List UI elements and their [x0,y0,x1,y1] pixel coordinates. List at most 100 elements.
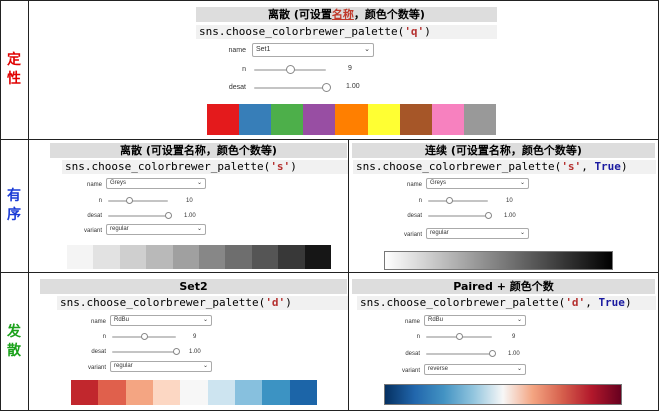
qual-palette-swatches [207,104,496,135]
side-label-sequential: 有 序 [0,139,28,272]
seq-discrete-n-thumb[interactable] [125,197,133,204]
qual-code: sns.choose_colorbrewer_palette('q') [196,25,497,39]
color-swatch [463,104,496,135]
seq-continuous-name-select[interactable]: Greys ⌄ [426,178,529,189]
div-continuous-desat-value: 1.00 [508,351,520,357]
side-char: 性 [7,70,21,87]
div-discrete-desat-track[interactable] [112,351,176,353]
div-discrete-palette-swatches [71,380,317,405]
seq-discrete-variant-label: variant [83,228,102,234]
code-paren: ) [624,296,632,309]
div-continuous-variant-label: variant [401,368,420,374]
div-discrete-variant-select[interactable]: regular ⌄ [110,361,212,372]
color-swatch [251,245,279,269]
div-continuous-desat-thumb[interactable] [488,350,496,357]
color-swatch [207,380,235,405]
qual-desat-value: 1.00 [346,83,360,90]
div-continuous-title: Paired + 颜色个数 [352,279,655,294]
seq-discrete-desat-track[interactable] [108,215,168,217]
select-value: RdBu [114,317,130,323]
qual-desat-label: desat [228,84,246,91]
div-discrete-code: sns.choose_colorbrewer_palette('d') [57,296,348,310]
code-func: sns.choose_colorbrewer_palette( [60,296,266,309]
seq-discrete-variant-select[interactable]: regular ⌄ [106,224,206,235]
color-swatch [172,245,200,269]
seq-discrete-desat-label: desat [87,213,102,219]
top-border [0,0,659,1]
seq-continuous-n-thumb[interactable] [445,197,453,204]
select-value: regular [430,230,449,236]
color-swatch [304,245,332,269]
seq-continuous-desat-thumb[interactable] [484,212,492,219]
side-label-diverging: 发 散 [0,272,28,411]
select-value: RdBu [428,317,444,323]
color-swatch [234,380,263,405]
color-swatch [289,380,317,405]
div-discrete-desat-thumb[interactable] [172,348,180,355]
seq-discrete-desat-thumb[interactable] [164,212,172,219]
title-text: 离散 (可设置 [268,8,332,21]
code-func: sns.choose_colorbrewer_palette( [356,160,562,173]
code-arg: 's' [561,160,582,173]
color-swatch [278,245,305,269]
seq-continuous-title: 连续 (可设置名称，颜色个数等) [352,143,655,158]
div-discrete-desat-value: 1.00 [189,349,201,355]
select-value: reverse [428,366,449,372]
seq-continuous-name-label: name [406,182,422,188]
code-kw: True [598,296,625,309]
qual-n-label: n [242,66,246,73]
seq-continuous-variant-select[interactable]: regular ⌄ [426,228,529,239]
seq-discrete-title: 离散 (可设置名称，颜色个数等) [50,143,347,158]
color-swatch [262,380,290,405]
side-char: 发 [7,323,21,340]
title-text: ，颜色个数等) [353,8,425,21]
seq-discrete-palette-swatches [67,245,332,269]
title-link[interactable]: 名称 [332,8,354,21]
div-discrete-n-thumb[interactable] [140,333,148,340]
code-paren: ) [620,160,628,173]
side-char: 散 [7,342,21,359]
div-continuous-variant-select[interactable]: reverse ⌄ [424,364,526,375]
color-swatch [239,104,272,135]
div-discrete-title: Set2 [40,279,347,294]
select-value: regular [110,226,129,232]
row-divider-1 [0,139,659,140]
div-discrete-n-value: 9 [193,334,197,340]
row-divider-2 [0,272,659,273]
select-value: Greys [430,180,447,186]
qual-desat-thumb[interactable] [321,83,331,92]
qual-n-thumb[interactable] [285,65,295,74]
code-sep: , [581,160,595,173]
color-swatch [180,380,208,405]
color-swatch [199,245,226,269]
seq-continuous-n-track[interactable] [428,200,488,202]
div-continuous-n-thumb[interactable] [455,333,463,340]
seq-continuous-desat-label: desat [407,213,422,219]
div-discrete-n-label: n [102,334,106,340]
seq-discrete-name-label: name [86,182,102,188]
code-paren: ) [285,296,292,309]
seq-continuous-code: sns.choose_colorbrewer_palette('s', True… [353,160,656,174]
color-swatch [271,104,304,135]
color-swatch [67,245,94,269]
code-func: sns.choose_colorbrewer_palette( [360,296,566,309]
div-continuous-desat-track[interactable] [426,353,492,355]
color-swatch [71,380,99,405]
div-discrete-name-select[interactable]: RdBu ⌄ [110,315,212,326]
div-continuous-name-select[interactable]: RdBu ⌄ [424,315,526,326]
seq-continuous-n-value: 10 [506,198,513,204]
select-value: Set1 [256,46,271,53]
seq-discrete-name-select[interactable]: Greys ⌄ [106,178,206,189]
color-swatch [93,245,120,269]
code-sep: , [585,296,599,309]
color-swatch [207,104,240,135]
chevron-down-icon: ⌄ [516,317,522,323]
color-swatch [225,245,252,269]
div-continuous-code: sns.choose_colorbrewer_palette('d', True… [357,296,656,310]
seq-discrete-n-track[interactable] [108,200,168,202]
qual-desat-track[interactable] [254,87,326,89]
qual-panel-title: 离散 (可设置名称，颜色个数等) [196,7,497,22]
seq-continuous-desat-track[interactable] [428,215,488,217]
qual-name-select[interactable]: Set1 ⌄ [252,43,374,57]
div-continuous-desat-label: desat [405,351,420,357]
